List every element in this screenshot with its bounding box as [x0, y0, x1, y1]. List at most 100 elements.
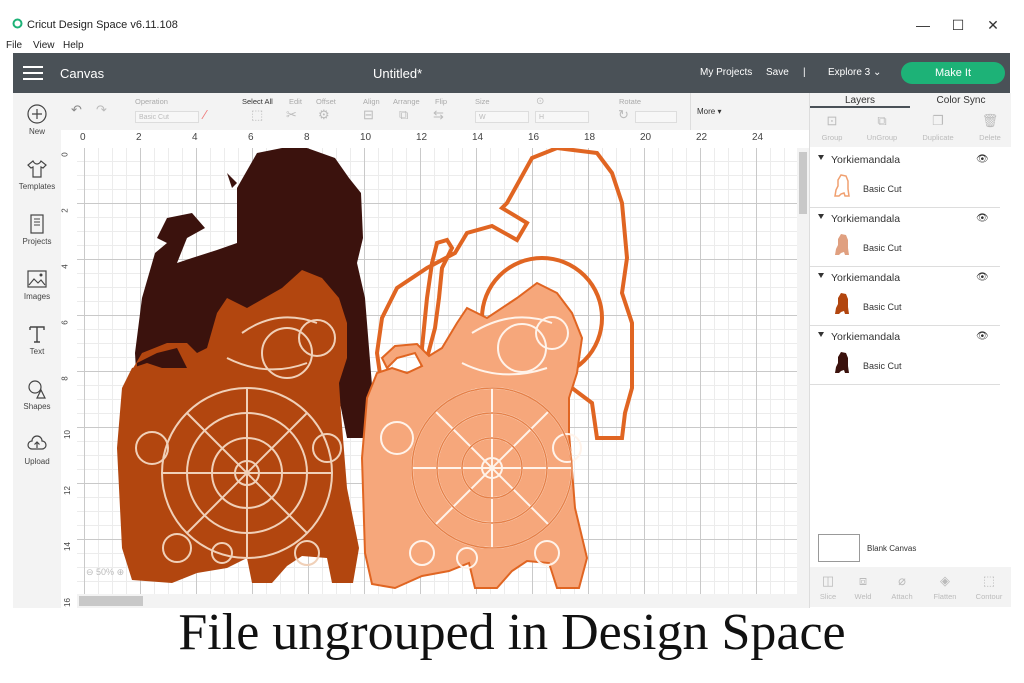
document-title[interactable]: Untitled*: [373, 66, 422, 81]
ruler-tick-label: 22: [696, 132, 708, 143]
minimize-button[interactable]: —: [909, 14, 937, 36]
menu-view[interactable]: View: [33, 40, 55, 51]
horizontal-ruler: 0 2 4 6 8 10 12 14 16 18 20 22 24: [61, 130, 809, 149]
design-canvas[interactable]: [77, 148, 797, 608]
layers-panel: Layers Color Sync ⊡ Group ⧉ UnGroup ❐ Dupli…: [809, 93, 1011, 608]
paperclip-icon: ⌀: [898, 573, 906, 588]
machine-select[interactable]: Explore 3 ⌄: [828, 67, 881, 78]
sidebar-item-templates[interactable]: Templates: [13, 158, 61, 208]
blank-canvas-swatch[interactable]: [818, 534, 860, 562]
ruler-tick-label: 16: [528, 132, 540, 143]
layer-name: Yorkiemandala: [831, 213, 901, 225]
flip-icon: ⇆: [433, 107, 444, 122]
edit-button[interactable]: Edit: [289, 97, 302, 106]
tab-color-sync[interactable]: Color Sync: [911, 95, 1011, 106]
slice-button[interactable]: ◫ Slice: [808, 573, 848, 601]
eye-icon[interactable]: 👁: [976, 213, 989, 224]
flatten-icon: ◈: [940, 573, 950, 588]
flatten-button[interactable]: ◈ Flatten: [925, 573, 965, 601]
sidebar-item-label: Text: [29, 347, 45, 356]
layer-cut-type: Basic Cut: [863, 243, 902, 253]
shirt-icon: [27, 160, 47, 178]
weld-button[interactable]: ⧈ Weld: [843, 573, 883, 601]
caret-down-icon[interactable]: [818, 332, 824, 337]
cricut-logo-icon: [12, 18, 23, 29]
arrange-icon: ⧉: [399, 107, 409, 122]
operation-select[interactable]: Basic Cut: [135, 111, 199, 123]
ruler-tick-label: 20: [640, 132, 652, 143]
layer-name: Yorkiemandala: [831, 154, 901, 166]
size-label: Size: [475, 97, 490, 106]
sidebar-item-projects[interactable]: Projects: [13, 213, 61, 263]
layer-thumbnail: [834, 174, 850, 197]
sidebar-item-upload[interactable]: Upload: [13, 433, 61, 483]
caret-down-icon[interactable]: [818, 155, 824, 160]
select-all-button[interactable]: Select All: [242, 97, 273, 106]
ruler-tick-label: 8: [304, 132, 310, 143]
layer-group[interactable]: Yorkiemandala 👁 Basic Cut: [810, 208, 1000, 267]
duplicate-icon: ❐: [932, 113, 944, 128]
eye-icon[interactable]: 👁: [976, 331, 989, 342]
layer-group[interactable]: Yorkiemandala 👁 Basic Cut: [810, 326, 1000, 385]
rotate-field[interactable]: [635, 111, 677, 123]
sidebar-item-label: New: [28, 127, 45, 136]
height-field[interactable]: H: [535, 111, 589, 123]
layer-group[interactable]: Yorkiemandala 👁 Basic Cut: [810, 149, 1000, 208]
eye-icon[interactable]: 👁: [976, 154, 989, 165]
rotate-label: Rotate: [619, 97, 642, 106]
canvas-artwork: [117, 148, 634, 590]
window-titlebar: Cricut Design Space v6.11.108 — ☐ ✕: [0, 0, 1024, 38]
redo-icon[interactable]: ↷: [96, 102, 107, 118]
caret-down-icon[interactable]: [818, 273, 824, 278]
plus-circle-icon: [27, 104, 47, 124]
upload-cloud-icon: [27, 435, 47, 450]
group-icon: ⊡: [826, 113, 838, 128]
layer-thumbnail: [835, 234, 849, 255]
delete-button[interactable]: 🗑 Delete: [970, 113, 1010, 142]
offset-button[interactable]: Offset: [316, 97, 336, 106]
more-button[interactable]: More ▾: [697, 107, 721, 116]
zoom-control[interactable]: ⊖ 50% ⊕: [86, 567, 124, 578]
ruler-tick-label: 6: [60, 320, 70, 325]
close-button[interactable]: ✕: [979, 14, 1007, 36]
image-caption: File ungrouped in Design Space: [178, 604, 846, 661]
align-button[interactable]: Align: [363, 97, 380, 106]
width-field[interactable]: W: [475, 111, 529, 123]
weld-icon: ⧈: [858, 573, 868, 588]
vertical-ruler: 0 2 4 6 8 10 12 14 16: [61, 148, 78, 608]
menu-bar: File View Help: [0, 38, 1024, 54]
group-button[interactable]: ⊡ Group: [812, 113, 852, 142]
app-header: Canvas Untitled* My Projects Save | Expl…: [13, 53, 1010, 93]
pen-icon[interactable]: ⁄: [204, 107, 206, 122]
flip-button[interactable]: Flip: [435, 97, 447, 106]
layer-name: Yorkiemandala: [831, 331, 901, 343]
scissors-icon: ✂: [286, 107, 297, 122]
vertical-scrollbar[interactable]: [797, 148, 809, 608]
sidebar-item-images[interactable]: Images: [13, 268, 61, 318]
hamburger-menu-icon[interactable]: [23, 66, 43, 80]
lock-icon[interactable]: ⊙: [536, 96, 544, 107]
arrange-button[interactable]: Arrange: [393, 97, 420, 106]
save-link[interactable]: Save: [766, 67, 789, 78]
menu-help[interactable]: Help: [63, 40, 84, 51]
sidebar-item-shapes[interactable]: Shapes: [13, 378, 61, 428]
trash-icon: 🗑: [981, 113, 999, 128]
menu-file[interactable]: File: [6, 40, 22, 51]
ruler-tick-label: 14: [472, 132, 484, 143]
sidebar-item-new[interactable]: New: [13, 103, 61, 153]
eye-icon[interactable]: 👁: [976, 272, 989, 283]
tab-layers[interactable]: Layers: [810, 95, 910, 108]
scroll-thumb[interactable]: [799, 152, 807, 214]
undo-icon[interactable]: ↶: [71, 102, 82, 118]
sidebar-item-text[interactable]: Text: [13, 323, 61, 373]
contour-button[interactable]: ⬚ Contour: [969, 573, 1009, 601]
my-projects-link[interactable]: My Projects: [700, 67, 752, 78]
attach-button[interactable]: ⌀ Attach: [882, 573, 922, 601]
duplicate-button[interactable]: ❐ Duplicate: [918, 113, 958, 142]
ungroup-button[interactable]: ⧉ UnGroup: [862, 113, 902, 142]
layer-group[interactable]: Yorkiemandala 👁 Basic Cut: [810, 267, 1000, 326]
maximize-button[interactable]: ☐: [944, 14, 972, 36]
caret-down-icon[interactable]: [818, 214, 824, 219]
layer-tools: ⊡ Group ⧉ UnGroup ❐ Duplicate 🗑 Delete: [810, 109, 1011, 147]
make-it-button[interactable]: Make It: [901, 62, 1005, 84]
